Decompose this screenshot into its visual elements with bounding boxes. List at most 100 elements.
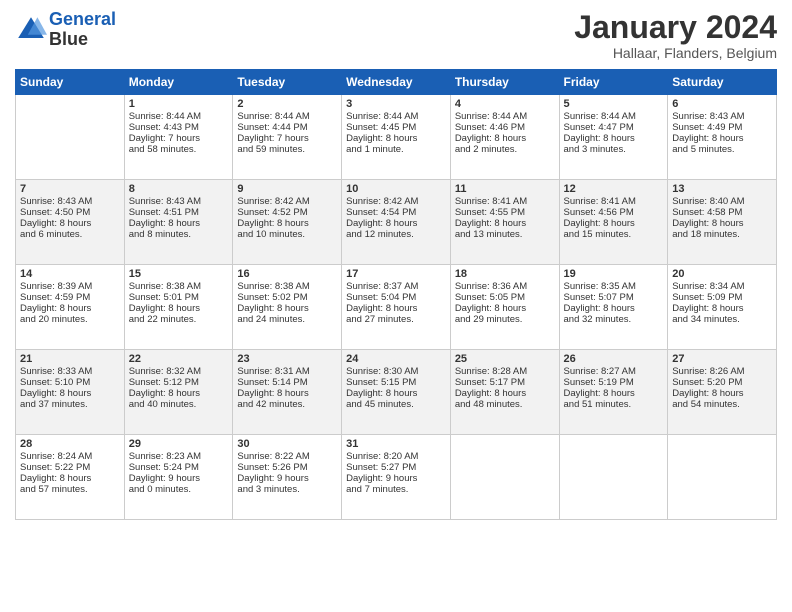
calendar-cell	[559, 435, 668, 520]
day-number: 4	[455, 98, 555, 110]
day-number: 11	[455, 183, 555, 195]
calendar-cell: 13Sunrise: 8:40 AMSunset: 4:58 PMDayligh…	[668, 180, 777, 265]
day-info: and 18 minutes.	[672, 229, 772, 240]
day-info: Sunrise: 8:43 AM	[129, 196, 229, 207]
day-info: Sunset: 4:56 PM	[564, 207, 664, 218]
calendar-week-row: 21Sunrise: 8:33 AMSunset: 5:10 PMDayligh…	[16, 350, 777, 435]
day-info: Sunset: 4:44 PM	[237, 122, 337, 133]
day-number: 8	[129, 183, 229, 195]
calendar-cell	[16, 95, 125, 180]
calendar-cell: 11Sunrise: 8:41 AMSunset: 4:55 PMDayligh…	[450, 180, 559, 265]
day-number: 18	[455, 268, 555, 280]
day-info: Sunset: 4:47 PM	[564, 122, 664, 133]
day-number: 25	[455, 353, 555, 365]
day-number: 22	[129, 353, 229, 365]
day-info: Daylight: 8 hours	[455, 388, 555, 399]
day-info: Sunset: 4:43 PM	[129, 122, 229, 133]
day-info: Sunrise: 8:44 AM	[346, 111, 446, 122]
day-info: Sunset: 4:54 PM	[346, 207, 446, 218]
day-number: 7	[20, 183, 120, 195]
day-info: Daylight: 8 hours	[455, 218, 555, 229]
calendar-body: 1Sunrise: 8:44 AMSunset: 4:43 PMDaylight…	[16, 95, 777, 520]
day-info: Sunset: 5:01 PM	[129, 292, 229, 303]
calendar-week-row: 7Sunrise: 8:43 AMSunset: 4:50 PMDaylight…	[16, 180, 777, 265]
day-info: Daylight: 9 hours	[346, 473, 446, 484]
day-number: 12	[564, 183, 664, 195]
calendar-cell: 22Sunrise: 8:32 AMSunset: 5:12 PMDayligh…	[124, 350, 233, 435]
calendar-cell: 25Sunrise: 8:28 AMSunset: 5:17 PMDayligh…	[450, 350, 559, 435]
day-info: Sunrise: 8:32 AM	[129, 366, 229, 377]
day-info: Sunrise: 8:28 AM	[455, 366, 555, 377]
day-number: 26	[564, 353, 664, 365]
day-number: 21	[20, 353, 120, 365]
day-info: Sunrise: 8:42 AM	[346, 196, 446, 207]
calendar-cell: 26Sunrise: 8:27 AMSunset: 5:19 PMDayligh…	[559, 350, 668, 435]
calendar-cell: 15Sunrise: 8:38 AMSunset: 5:01 PMDayligh…	[124, 265, 233, 350]
day-info: Sunrise: 8:30 AM	[346, 366, 446, 377]
header-cell-thursday: Thursday	[450, 70, 559, 95]
calendar-cell: 1Sunrise: 8:44 AMSunset: 4:43 PMDaylight…	[124, 95, 233, 180]
day-info: Sunrise: 8:40 AM	[672, 196, 772, 207]
day-info: Sunrise: 8:37 AM	[346, 281, 446, 292]
day-number: 2	[237, 98, 337, 110]
day-info: Daylight: 8 hours	[129, 218, 229, 229]
day-info: Daylight: 8 hours	[20, 473, 120, 484]
day-info: and 20 minutes.	[20, 314, 120, 325]
day-info: Sunrise: 8:35 AM	[564, 281, 664, 292]
day-info: and 45 minutes.	[346, 399, 446, 410]
header-cell-wednesday: Wednesday	[342, 70, 451, 95]
day-info: Sunset: 5:22 PM	[20, 462, 120, 473]
day-info: Sunset: 5:20 PM	[672, 377, 772, 388]
logo-text: General Blue	[49, 10, 116, 50]
day-info: Daylight: 7 hours	[129, 133, 229, 144]
header-cell-saturday: Saturday	[668, 70, 777, 95]
day-info: and 48 minutes.	[455, 399, 555, 410]
day-info: Daylight: 8 hours	[346, 388, 446, 399]
day-info: and 57 minutes.	[20, 484, 120, 495]
calendar-cell: 14Sunrise: 8:39 AMSunset: 4:59 PMDayligh…	[16, 265, 125, 350]
day-info: Daylight: 8 hours	[564, 388, 664, 399]
calendar-cell: 5Sunrise: 8:44 AMSunset: 4:47 PMDaylight…	[559, 95, 668, 180]
day-info: Daylight: 8 hours	[346, 133, 446, 144]
day-info: and 6 minutes.	[20, 229, 120, 240]
day-info: Sunrise: 8:44 AM	[564, 111, 664, 122]
day-info: Sunrise: 8:41 AM	[455, 196, 555, 207]
day-info: and 8 minutes.	[129, 229, 229, 240]
day-info: Sunrise: 8:36 AM	[455, 281, 555, 292]
day-info: and 37 minutes.	[20, 399, 120, 410]
day-info: Daylight: 8 hours	[564, 133, 664, 144]
day-info: Daylight: 8 hours	[346, 303, 446, 314]
calendar-cell: 2Sunrise: 8:44 AMSunset: 4:44 PMDaylight…	[233, 95, 342, 180]
calendar-week-row: 28Sunrise: 8:24 AMSunset: 5:22 PMDayligh…	[16, 435, 777, 520]
day-info: Daylight: 8 hours	[237, 388, 337, 399]
day-info: Sunset: 4:59 PM	[20, 292, 120, 303]
calendar-cell: 29Sunrise: 8:23 AMSunset: 5:24 PMDayligh…	[124, 435, 233, 520]
calendar-cell: 16Sunrise: 8:38 AMSunset: 5:02 PMDayligh…	[233, 265, 342, 350]
day-info: Sunset: 5:15 PM	[346, 377, 446, 388]
day-info: Daylight: 8 hours	[346, 218, 446, 229]
day-info: Sunrise: 8:31 AM	[237, 366, 337, 377]
day-info: Daylight: 7 hours	[237, 133, 337, 144]
calendar-cell: 7Sunrise: 8:43 AMSunset: 4:50 PMDaylight…	[16, 180, 125, 265]
day-info: Daylight: 8 hours	[129, 303, 229, 314]
calendar-cell: 6Sunrise: 8:43 AMSunset: 4:49 PMDaylight…	[668, 95, 777, 180]
day-info: and 13 minutes.	[455, 229, 555, 240]
day-info: Daylight: 8 hours	[129, 388, 229, 399]
calendar-cell: 3Sunrise: 8:44 AMSunset: 4:45 PMDaylight…	[342, 95, 451, 180]
day-info: Sunrise: 8:34 AM	[672, 281, 772, 292]
day-number: 31	[346, 438, 446, 450]
day-info: Daylight: 8 hours	[672, 133, 772, 144]
day-info: Sunrise: 8:43 AM	[672, 111, 772, 122]
day-info: Sunset: 5:10 PM	[20, 377, 120, 388]
day-number: 17	[346, 268, 446, 280]
day-info: Sunset: 4:46 PM	[455, 122, 555, 133]
header-cell-friday: Friday	[559, 70, 668, 95]
day-info: Sunrise: 8:39 AM	[20, 281, 120, 292]
day-info: and 58 minutes.	[129, 144, 229, 155]
day-info: Sunset: 5:07 PM	[564, 292, 664, 303]
day-info: Sunset: 5:27 PM	[346, 462, 446, 473]
day-info: Sunset: 5:24 PM	[129, 462, 229, 473]
calendar-cell: 27Sunrise: 8:26 AMSunset: 5:20 PMDayligh…	[668, 350, 777, 435]
day-info: and 15 minutes.	[564, 229, 664, 240]
day-info: Daylight: 8 hours	[455, 133, 555, 144]
